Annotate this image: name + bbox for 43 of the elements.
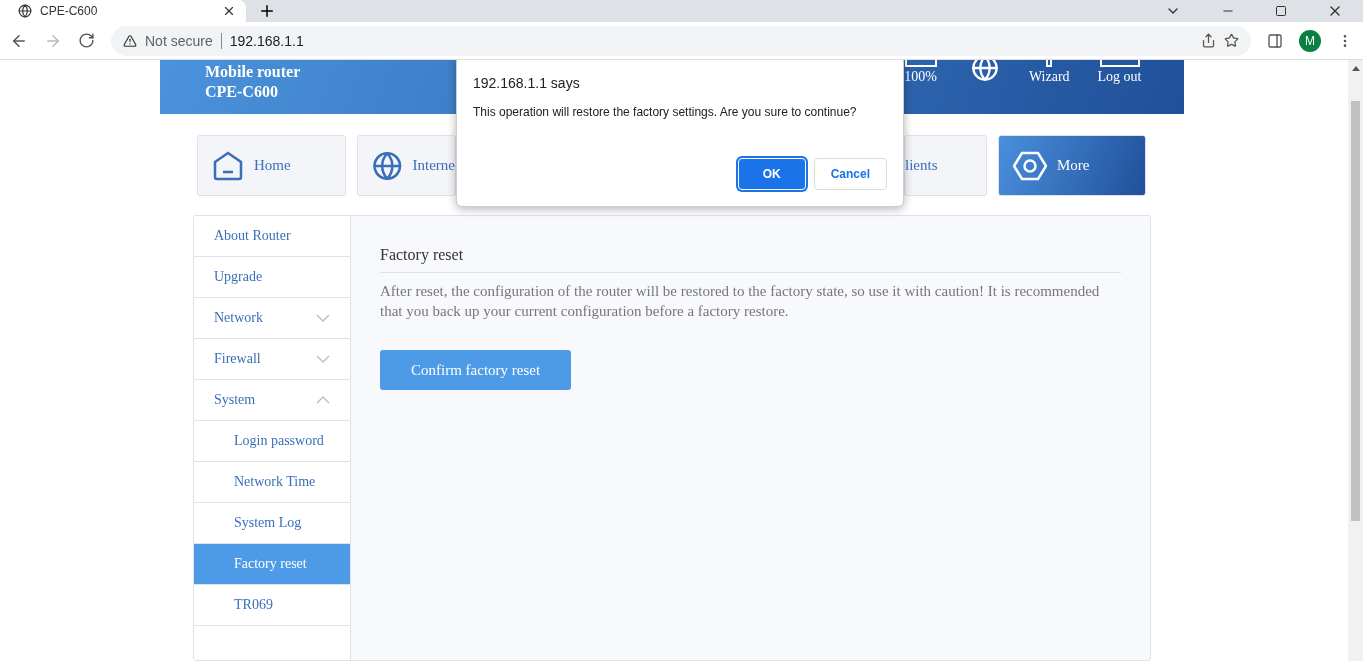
chevron-up-icon [316, 396, 330, 405]
nav-tile-label: Interne [412, 157, 455, 175]
globe-icon [18, 4, 32, 18]
sidebar-subitem[interactable]: Factory reset [194, 544, 350, 586]
chevron-down-icon [316, 314, 330, 323]
nav-tile[interactable]: Interne [357, 135, 456, 197]
wizard-icon [1046, 60, 1053, 67]
model-name: CPE-C600 [205, 82, 279, 102]
bookmark-star-icon[interactable] [1224, 33, 1239, 48]
side-panel-icon[interactable] [1267, 32, 1283, 49]
description-text: After reset, the configuration of the router will be restored to the factory state, so use it with caution! It is recommended that you back up your current configuration before a factory restore. [380, 282, 1101, 322]
header-action-link[interactable]: Log out [1097, 69, 1142, 85]
brand-name: Mobile router [205, 62, 301, 82]
profile-avatar[interactable]: M [1299, 29, 1321, 52]
header-action-link[interactable]: Wizard [1028, 69, 1070, 85]
nav-tile-label: More [1057, 157, 1090, 175]
scrollbar-thumb[interactable] [1351, 101, 1360, 521]
section-title: Factory reset [380, 246, 1121, 274]
hexagon-icon [1013, 150, 1047, 181]
nav-tile-label: Home [254, 157, 291, 175]
dialog-button[interactable]: Cancel [813, 158, 887, 190]
share-icon[interactable] [1201, 33, 1216, 48]
warning-icon [123, 33, 137, 48]
dialog-button[interactable]: OK [737, 158, 806, 190]
maximize-icon[interactable] [1275, 5, 1287, 17]
address-bar[interactable]: Not secure 192.168.1.1 [111, 25, 1251, 56]
nav-tile-label: lients [905, 157, 938, 175]
reload-icon[interactable] [78, 32, 95, 49]
globe-icon[interactable] [970, 60, 999, 82]
browser-tab[interactable]: CPE-C600 [0, 0, 246, 22]
logout-icon [1099, 60, 1140, 67]
new-tab-icon[interactable] [258, 2, 276, 20]
battery-level: 100% [904, 69, 937, 85]
dialog-title: 192.168.1.1 says [473, 75, 581, 91]
confirm-reset-button[interactable]: Confirm factory reset [380, 350, 572, 391]
dialog-message: This operation will restore the factory settings. Are you sure to continue? [473, 105, 858, 119]
scroll-up-icon[interactable] [1351, 66, 1360, 71]
nav-tile[interactable]: Home [197, 135, 346, 197]
nav-tile[interactable]: More [998, 135, 1146, 197]
home-icon [212, 149, 244, 182]
nav-tile[interactable]: lients [904, 135, 987, 197]
chevron-down-icon [316, 355, 330, 364]
close-icon[interactable] [222, 4, 236, 18]
